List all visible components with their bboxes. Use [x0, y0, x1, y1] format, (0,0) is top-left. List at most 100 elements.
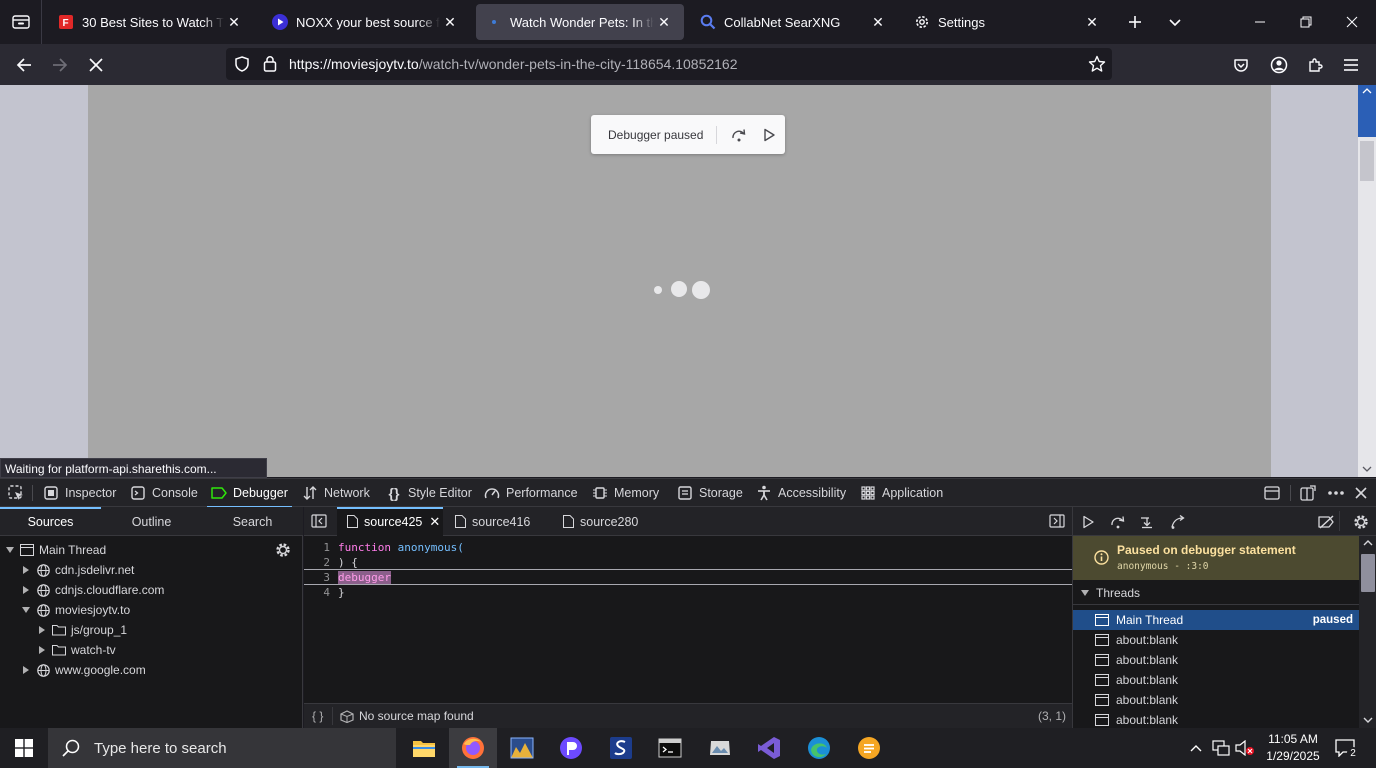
network-tray-icon[interactable] [1209, 728, 1233, 768]
debugger-settings-button[interactable] [1352, 513, 1370, 531]
tree-item-google[interactable]: www.google.com [20, 660, 146, 680]
resume-button[interactable] [755, 128, 783, 142]
taskbar-app-blue[interactable] [597, 728, 645, 768]
close-window-button[interactable] [1329, 0, 1375, 44]
sidebar-scrollbar[interactable] [1359, 536, 1376, 728]
taskbar-notes-app[interactable] [845, 728, 893, 768]
tool-tab-debugger[interactable]: Debugger [207, 479, 292, 508]
toggle-sources-sidebar-button[interactable] [311, 514, 327, 528]
start-button[interactable] [0, 728, 48, 768]
back-button[interactable] [8, 49, 40, 81]
code-line[interactable]: 2 ) { [304, 555, 1072, 570]
tab-sources[interactable]: Sources [0, 507, 101, 536]
new-tab-button[interactable] [1121, 8, 1149, 36]
dock-side-button[interactable] [1300, 479, 1316, 507]
account-button[interactable] [1263, 49, 1295, 81]
tab-close-button[interactable]: ✕ [868, 12, 888, 32]
source-map-status[interactable]: No source map found [340, 709, 474, 723]
lock-icon[interactable] [262, 55, 278, 72]
deactivate-breakpoints-button[interactable] [1318, 513, 1336, 531]
url-bar[interactable]: https://moviesjoytv.to/watch-tv/wonder-p… [226, 48, 1112, 80]
threads-header[interactable]: Threads [1073, 581, 1359, 605]
thread-item[interactable]: about:blank [1073, 650, 1359, 670]
tracking-protection-shield-icon[interactable] [234, 56, 250, 72]
tool-tab-console[interactable]: Console [130, 479, 198, 507]
forward-button[interactable] [44, 49, 76, 81]
list-tabs-dropdown-button[interactable] [1161, 8, 1189, 36]
taskbar-photos-app[interactable] [696, 728, 744, 768]
taskbar-edge[interactable] [795, 728, 843, 768]
tab-collabnet-searxng[interactable]: CollabNet SearXNG ✕ [690, 4, 898, 40]
tab-search[interactable]: Search [202, 507, 303, 536]
sources-settings-button[interactable] [274, 541, 292, 559]
taskbar-file-explorer[interactable] [400, 728, 448, 768]
scroll-up-icon[interactable] [1362, 87, 1372, 95]
tab-noxx[interactable]: NOXX your best source for w ✕ [262, 4, 470, 40]
editor-tab-source280[interactable]: source280 [555, 507, 661, 536]
tool-tab-accessibility[interactable]: Accessibility [756, 479, 846, 507]
tool-tab-network[interactable]: Network [302, 479, 370, 507]
code-line[interactable]: 1 function anonymous( [304, 540, 1072, 555]
editor-tab-source416[interactable]: source416 [447, 507, 553, 536]
pick-element-button[interactable] [8, 479, 24, 507]
taskbar-terminal[interactable] [646, 728, 694, 768]
taskbar-search-box[interactable]: Type here to search [48, 728, 396, 768]
restore-button[interactable] [1283, 0, 1329, 44]
close-tab-icon[interactable]: ✕ [429, 514, 440, 530]
tree-item-js-group-1[interactable]: js/group_1 [36, 620, 127, 640]
tree-item-cdn-jsdelivr[interactable]: cdn.jsdelivr.net [20, 560, 134, 580]
notification-center-button[interactable]: 2 [1330, 728, 1360, 768]
tab-settings[interactable]: Settings ✕ [904, 4, 1112, 40]
line-number[interactable]: 2 [304, 555, 330, 570]
step-over-button[interactable] [1109, 513, 1127, 531]
thread-item[interactable]: about:blank [1073, 630, 1359, 650]
step-out-button[interactable] [1169, 513, 1187, 531]
tool-tab-performance[interactable]: Performance [484, 479, 578, 507]
taskbar-proton-app[interactable] [547, 728, 595, 768]
tool-tab-storage[interactable]: Storage [677, 479, 743, 507]
tool-tab-memory[interactable]: Memory [592, 479, 659, 507]
scrollbar-thumb[interactable] [1361, 554, 1375, 592]
show-hidden-icons-button[interactable] [1185, 728, 1207, 768]
scroll-up-icon[interactable] [1363, 539, 1373, 547]
code-view[interactable]: 1 function anonymous( 2 ) { 3 debugger 4… [304, 536, 1072, 703]
extensions-button[interactable] [1299, 49, 1331, 81]
tool-tab-style-editor[interactable]: {} Style Editor [386, 479, 472, 507]
line-number[interactable]: 4 [304, 585, 330, 600]
tree-item-cdnjs-cloudflare[interactable]: cdnjs.cloudflare.com [20, 580, 164, 600]
stop-loading-button[interactable] [80, 49, 112, 81]
url-text[interactable]: https://moviesjoytv.to/watch-tv/wonder-p… [289, 56, 738, 72]
thread-item-main-thread[interactable]: Main Thread paused [1073, 610, 1359, 630]
volume-tray-icon[interactable] [1233, 728, 1257, 768]
tab-close-button[interactable]: ✕ [440, 12, 460, 32]
step-in-button[interactable] [1138, 513, 1156, 531]
toggle-split-console-button[interactable] [1264, 479, 1280, 507]
code-line[interactable]: 4 } [304, 585, 1072, 600]
page-scrollbar[interactable] [1358, 85, 1376, 477]
scroll-down-icon[interactable] [1362, 465, 1372, 473]
code-line-paused[interactable]: 3 debugger [304, 569, 1072, 585]
thread-item[interactable]: about:blank [1073, 710, 1359, 728]
taskbar-firefox[interactable] [449, 728, 497, 768]
tool-tab-application[interactable]: Application [860, 479, 943, 507]
toggle-debugger-sidebar-button[interactable] [1049, 514, 1065, 528]
app-menu-button[interactable] [1335, 49, 1367, 81]
tab-outline[interactable]: Outline [101, 507, 202, 536]
tab-close-button[interactable]: ✕ [654, 12, 674, 32]
line-number[interactable]: 3 [304, 570, 330, 585]
pocket-button[interactable] [1225, 49, 1257, 81]
bookmark-star-button[interactable] [1088, 55, 1106, 73]
thread-item[interactable]: about:blank [1073, 690, 1359, 710]
thread-item[interactable]: about:blank [1073, 670, 1359, 690]
tree-item-moviesjoytv[interactable]: moviesjoytv.to [20, 600, 130, 620]
list-all-tabs-button[interactable] [0, 0, 42, 44]
scroll-down-icon[interactable] [1363, 716, 1373, 724]
line-number[interactable]: 1 [304, 540, 330, 555]
tree-item-main-thread[interactable]: Main Thread [4, 540, 106, 560]
taskbar-clock[interactable]: 11:05 AM 1/29/2025 [1262, 731, 1324, 765]
tab-30-best-sites[interactable]: F 30 Best Sites to Watch TV Sho ✕ [48, 4, 254, 40]
devtools-options-button[interactable] [1327, 479, 1345, 507]
tree-item-watch-tv[interactable]: watch-tv [36, 640, 116, 660]
resume-button[interactable] [1079, 513, 1097, 531]
tab-close-button[interactable]: ✕ [224, 12, 244, 32]
